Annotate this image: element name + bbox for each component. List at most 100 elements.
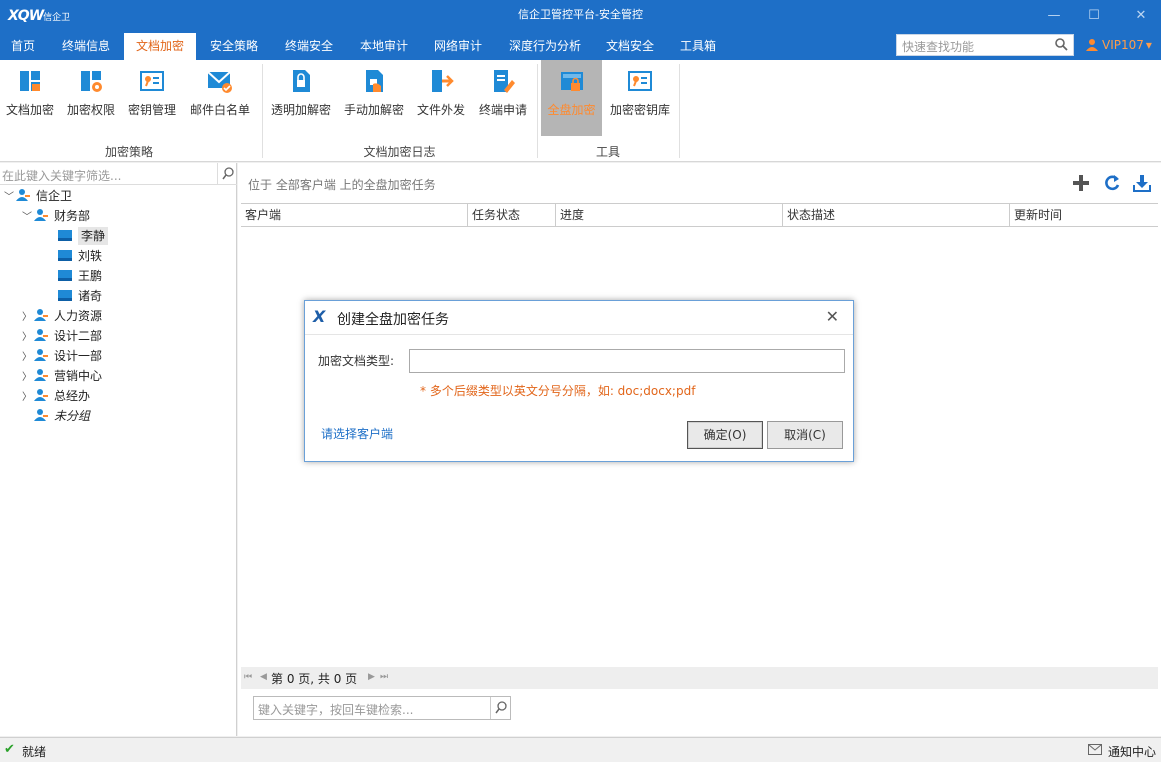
tree-label: 李静 [78, 227, 109, 245]
doc-type-hint: * 多个后缀类型以英文分号分隔，如: doc;docx;pdf [420, 384, 696, 398]
tab-terminal-info[interactable]: 终端信息 [50, 33, 122, 60]
pager: ⏮ ◀ 第 0 页, 共 0 页 ▶ ⏭ [241, 667, 1158, 689]
tab-doc-security[interactable]: 文档安全 [594, 33, 666, 60]
close-icon[interactable]: ✕ [826, 307, 839, 326]
doc-type-input[interactable] [409, 349, 845, 373]
doc-type-label: 加密文档类型: [318, 354, 395, 368]
tree-node-group[interactable]: 〉 营销中心 [22, 366, 102, 386]
user-menu[interactable]: VIP107 ▾ [1086, 38, 1152, 52]
chevron-right-icon[interactable]: 〉 [22, 308, 34, 328]
ribbon-group-encrypt-log: 文档加密日志 [363, 145, 436, 159]
maximize-button[interactable]: ☐ [1080, 6, 1108, 26]
tab-security-policy[interactable]: 安全策略 [198, 33, 270, 60]
tree-node-group[interactable]: 〉 总经办 [22, 386, 90, 406]
filter-search-button[interactable] [217, 163, 237, 185]
tree-node-member[interactable]: 王鹏 [58, 266, 102, 286]
column-status-desc[interactable]: 状态描述 [783, 204, 1010, 226]
page-info: 第 0 页, 共 0 页 [271, 672, 358, 686]
last-page-icon[interactable]: ⏭ [380, 672, 388, 682]
tree-label: 诸奇 [78, 289, 103, 303]
tree-node-member[interactable]: 诸奇 [58, 286, 102, 306]
manual-encrypt-label: 手动加解密 [343, 103, 404, 117]
file-outgoing-button[interactable]: 文件外发 [413, 60, 469, 136]
quick-search-input[interactable]: 快速查找功能 [896, 34, 1074, 56]
user-group-icon [34, 329, 48, 341]
chevron-down-icon[interactable]: ﹀ [4, 188, 16, 208]
refresh-icon[interactable] [1103, 174, 1121, 192]
notify-center[interactable]: 通知中心 [1108, 743, 1156, 760]
select-client-link[interactable]: 请选择客户端 [321, 425, 393, 442]
tree-node-group[interactable]: 〉 设计一部 [22, 346, 102, 366]
door-export-icon [432, 70, 454, 92]
user-group-icon [34, 389, 48, 401]
tree-label: 未分组 [54, 409, 91, 423]
key-management-button[interactable]: 密钥管理 [124, 60, 180, 136]
computer-icon [58, 250, 72, 261]
terminal-request-button[interactable]: 终端申请 [474, 60, 532, 136]
tree-label: 设计二部 [54, 329, 103, 343]
encrypt-permission-button[interactable]: 加密权限 [63, 60, 119, 136]
close-button[interactable]: ✕ [1127, 6, 1155, 26]
tree-node-member[interactable]: 刘轶 [58, 246, 102, 266]
tree-label: 信企卫 [36, 189, 73, 203]
tree-filter-placeholder: 在此键入关键字筛选... [2, 169, 122, 183]
ok-button[interactable]: 确定(O) [687, 421, 763, 449]
tree-node-root[interactable]: ﹀ 信企卫 [4, 186, 72, 206]
column-task-status[interactable]: 任务状态 [468, 204, 556, 226]
user-group-icon [34, 349, 48, 361]
column-client[interactable]: 客户端 [241, 204, 468, 226]
window-title: 信企卫管控平台-安全管控 [518, 8, 643, 21]
chevron-right-icon[interactable]: 〉 [22, 388, 34, 408]
tree-label: 财务部 [54, 209, 91, 223]
computer-icon [58, 290, 72, 301]
prev-page-icon[interactable]: ◀ [260, 672, 267, 682]
user-group-icon [34, 369, 48, 381]
key-store-button[interactable]: 加密密钥库 [606, 60, 674, 136]
tab-local-audit[interactable]: 本地审计 [348, 33, 420, 60]
manual-encrypt-button[interactable]: 手动加解密 [340, 60, 408, 136]
disk-lock-icon [560, 72, 583, 91]
task-search-button[interactable] [490, 697, 510, 719]
chevron-down-icon[interactable]: ﹀ [22, 208, 34, 228]
tab-terminal-security[interactable]: 终端安全 [272, 33, 346, 60]
ribbon-separator [679, 64, 680, 158]
mail-whitelist-button[interactable]: 邮件白名单 [186, 60, 254, 136]
tab-doc-encryption[interactable]: 文档加密 [124, 33, 196, 60]
tab-toolbox[interactable]: 工具箱 [668, 33, 728, 60]
next-page-icon[interactable]: ▶ [368, 672, 375, 682]
minimize-button[interactable]: — [1040, 6, 1068, 26]
chevron-right-icon[interactable]: 〉 [22, 368, 34, 388]
mail-icon[interactable] [1088, 744, 1102, 755]
tree-node-group[interactable]: 〉 设计二部 [22, 326, 102, 346]
column-progress[interactable]: 进度 [556, 204, 783, 226]
add-icon[interactable] [1072, 174, 1090, 192]
encrypt-permission-label: 加密权限 [66, 103, 115, 117]
transparent-encrypt-button[interactable]: 透明加解密 [268, 60, 334, 136]
tree-node-member[interactable]: 李静 [58, 226, 109, 246]
column-update-time[interactable]: 更新时间 [1010, 204, 1158, 226]
mail-check-icon [207, 71, 232, 93]
shield-gear-icon [81, 71, 102, 92]
tree-node-dept[interactable]: ﹀ 财务部 [22, 206, 90, 226]
doc-encrypt-button[interactable]: 文档加密 [2, 60, 58, 136]
check-icon: ✔ [4, 742, 15, 757]
tree-node-ungrouped[interactable]: 未分组 [34, 406, 90, 426]
tab-behavior-analysis[interactable]: 深度行为分析 [498, 33, 592, 60]
user-group-icon [34, 209, 48, 221]
tab-network-audit[interactable]: 网络审计 [422, 33, 494, 60]
tab-home[interactable]: 首页 [0, 33, 46, 60]
cancel-button[interactable]: 取消(C) [767, 421, 843, 449]
download-icon[interactable] [1133, 174, 1151, 192]
key-card-icon [628, 71, 652, 91]
first-page-icon[interactable]: ⏮ [244, 672, 252, 682]
search-icon[interactable] [1054, 37, 1068, 51]
tree-filter-input[interactable]: 在此键入关键字筛选... [0, 163, 237, 185]
user-group-icon [34, 409, 48, 421]
chevron-right-icon[interactable]: 〉 [22, 348, 34, 368]
chevron-right-icon[interactable]: 〉 [22, 328, 34, 348]
tree-node-group[interactable]: 〉 人力资源 [22, 306, 102, 326]
file-outgoing-label: 文件外发 [416, 103, 465, 117]
task-search-input[interactable]: 键入关键字，按回车键检索... [253, 696, 511, 720]
full-disk-encrypt-button[interactable]: 全盘加密 [541, 60, 602, 136]
status-bar: ✔ 就绪 通知中心 [0, 737, 1161, 762]
